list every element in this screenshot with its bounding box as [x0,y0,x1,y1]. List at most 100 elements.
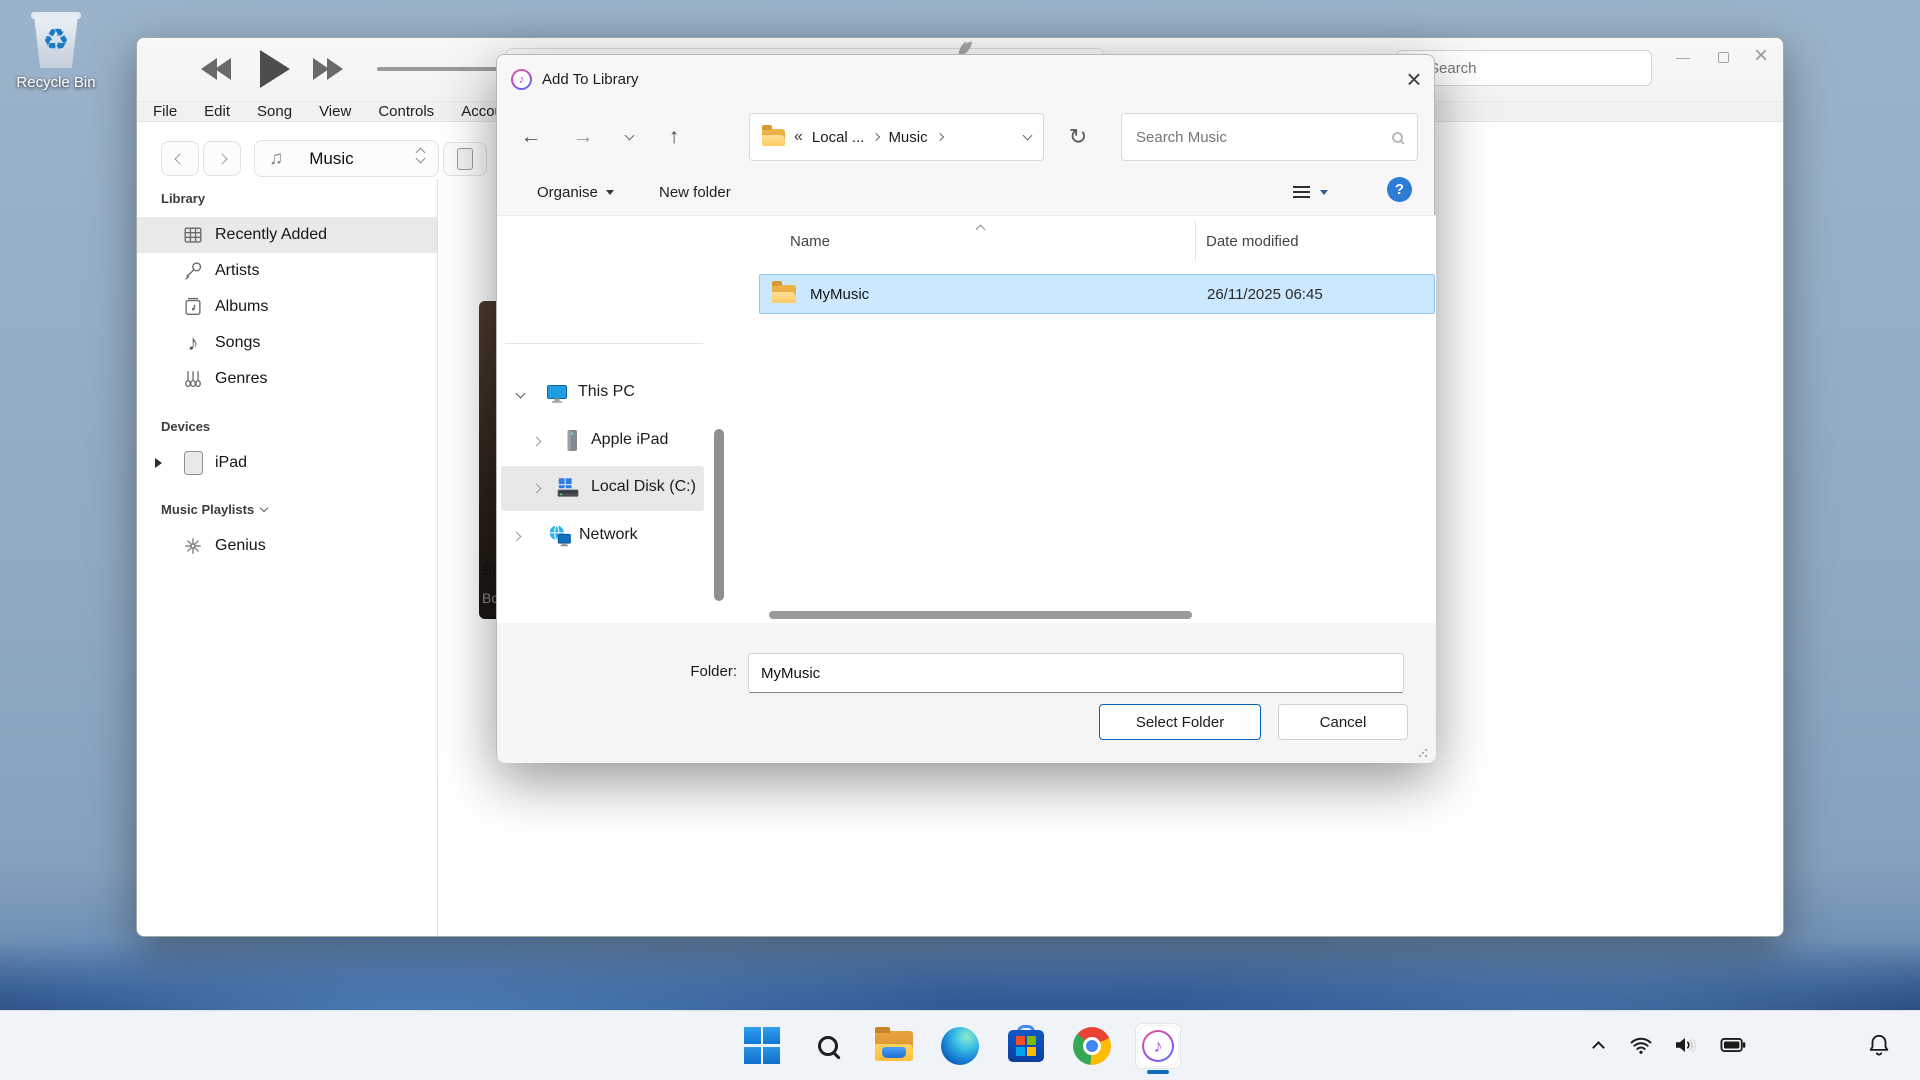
breadcrumb-item-music[interactable]: Music [888,129,927,146]
taskbar-chrome-button[interactable] [1070,1024,1114,1068]
folder-icon [772,285,796,303]
chevron-collapsed-icon[interactable] [532,483,542,493]
tree-item-network[interactable]: Network [497,518,713,554]
hidden-icons-button[interactable] [1585,1025,1611,1065]
menu-controls[interactable]: Controls [378,103,434,120]
cancel-button[interactable]: Cancel [1278,704,1408,740]
up-button[interactable]: ↑ [658,117,690,157]
select-folder-button[interactable]: Select Folder [1099,704,1261,740]
breadcrumb-separator-icon[interactable] [872,133,880,141]
column-separator[interactable] [1195,221,1196,261]
playlists-header[interactable]: Music Playlists [161,502,267,517]
menu-file[interactable]: File [153,103,177,120]
breadcrumb-separator-icon[interactable] [935,133,943,141]
sidebar-item-ipad[interactable]: iPad [137,445,437,481]
dialog-search-box[interactable] [1121,113,1418,161]
help-button[interactable]: ? [1387,177,1412,202]
library-header: Library [161,191,205,206]
dialog-title: Add To Library [542,71,638,88]
ipad-device-icon [181,451,205,475]
dialog-search-input[interactable] [1136,129,1392,146]
dialog-footer [497,623,1436,763]
tree-item-this-pc[interactable]: This PC [497,375,713,411]
taskbar-itunes-button[interactable]: ♪ [1136,1024,1180,1068]
forward-button[interactable] [203,141,241,176]
wifi-button[interactable] [1627,1025,1655,1065]
expander-icon[interactable] [155,458,162,468]
notification-bell-button[interactable] [1858,1010,1900,1080]
folder-name-input[interactable] [748,653,1404,693]
battery-button[interactable] [1717,1025,1749,1065]
fast-forward-button[interactable] [307,56,349,82]
chevron-down-icon [260,504,268,512]
sidebar-item-albums[interactable]: Albums [137,289,437,325]
chevron-collapsed-icon[interactable] [512,531,522,541]
windows-logo-icon [744,1027,781,1064]
column-header-date[interactable]: Date modified [1206,233,1299,250]
instruments-icon [181,367,205,391]
devices-header: Devices [161,419,210,434]
menu-song[interactable]: Song [257,103,292,120]
column-header-name[interactable]: Name [790,233,830,250]
dialog-forward-button[interactable]: → [567,117,599,157]
itunes-icon: ♪ [1138,1026,1178,1066]
minimize-button[interactable]: — [1665,42,1701,72]
monitor-icon [545,381,569,405]
album-icon [181,295,205,319]
chevron-expanded-icon[interactable] [516,388,526,398]
microphone-icon [181,259,205,283]
sidebar-item-songs[interactable]: ♪ Songs [137,325,437,361]
maximize-button[interactable] [1705,42,1741,72]
chevron-up-icon [1592,1041,1605,1054]
menu-edit[interactable]: Edit [204,103,230,120]
new-folder-button[interactable]: New folder [647,173,743,211]
player-sidebar: Library Recently Added Artists Albums ♪ … [137,179,438,936]
dialog-titlebar[interactable]: ♪ Add To Library [497,55,1434,103]
device-button[interactable] [443,142,487,176]
address-bar[interactable]: « Local ... Music [749,113,1044,161]
player-search-input[interactable] [1429,60,1619,77]
store-icon [1008,1030,1044,1062]
sidebar-item-genius[interactable]: Genius [137,528,437,564]
rewind-button[interactable] [195,56,237,82]
sidebar-item-artists[interactable]: Artists [137,253,437,289]
file-date-modified: 26/11/2025 06:45 [1207,286,1323,303]
volume-button[interactable] [1671,1025,1701,1065]
file-row-mymusic[interactable]: MyMusic 26/11/2025 06:45 [759,274,1435,314]
sidebar-item-genres[interactable]: Genres [137,361,437,397]
genius-icon [181,534,205,558]
chevron-collapsed-icon[interactable] [532,436,542,446]
tree-item-apple-ipad[interactable]: Apple iPad [497,423,713,459]
breadcrumb-item-local[interactable]: Local ... [812,129,865,146]
dialog-close-button[interactable]: × [1395,61,1433,97]
dialog-back-button[interactable]: ← [515,117,547,157]
recent-locations-button[interactable] [615,117,643,157]
battery-icon [1718,1034,1748,1056]
taskbar-search-button[interactable] [806,1024,850,1068]
window-close-button[interactable]: × [1743,40,1779,72]
dropdown-triangle-icon [606,190,614,195]
play-button[interactable] [255,49,295,89]
network-icon [547,523,573,549]
recycle-bin-shortcut[interactable]: ♻ Recycle Bin [10,12,102,91]
breadcrumb-overflow[interactable]: « [794,128,803,146]
taskbar-edge-button[interactable] [938,1024,982,1068]
taskbar-start-button[interactable] [740,1024,784,1068]
library-picker[interactable]: ♫ Music [254,140,439,177]
address-dropdown-icon[interactable] [1023,131,1033,141]
bell-icon [1866,1032,1892,1058]
resize-grip[interactable] [1418,748,1428,758]
menu-view[interactable]: View [319,103,351,120]
view-toggle-button[interactable] [1287,175,1334,209]
back-button[interactable] [161,141,199,176]
speaker-icon [1672,1033,1700,1057]
organise-button[interactable]: Organise [525,173,626,211]
sidebar-item-recently-added[interactable]: Recently Added [137,217,437,253]
taskbar-file-explorer-button[interactable] [872,1024,916,1068]
grid-icon [181,223,205,247]
taskbar-store-button[interactable] [1004,1024,1048,1068]
tree-scrollbar[interactable] [714,429,724,601]
horizontal-scrollbar[interactable] [769,611,1192,619]
tree-item-local-disk[interactable]: Local Disk (C:) [497,470,713,506]
refresh-button[interactable]: ↻ [1060,117,1096,157]
